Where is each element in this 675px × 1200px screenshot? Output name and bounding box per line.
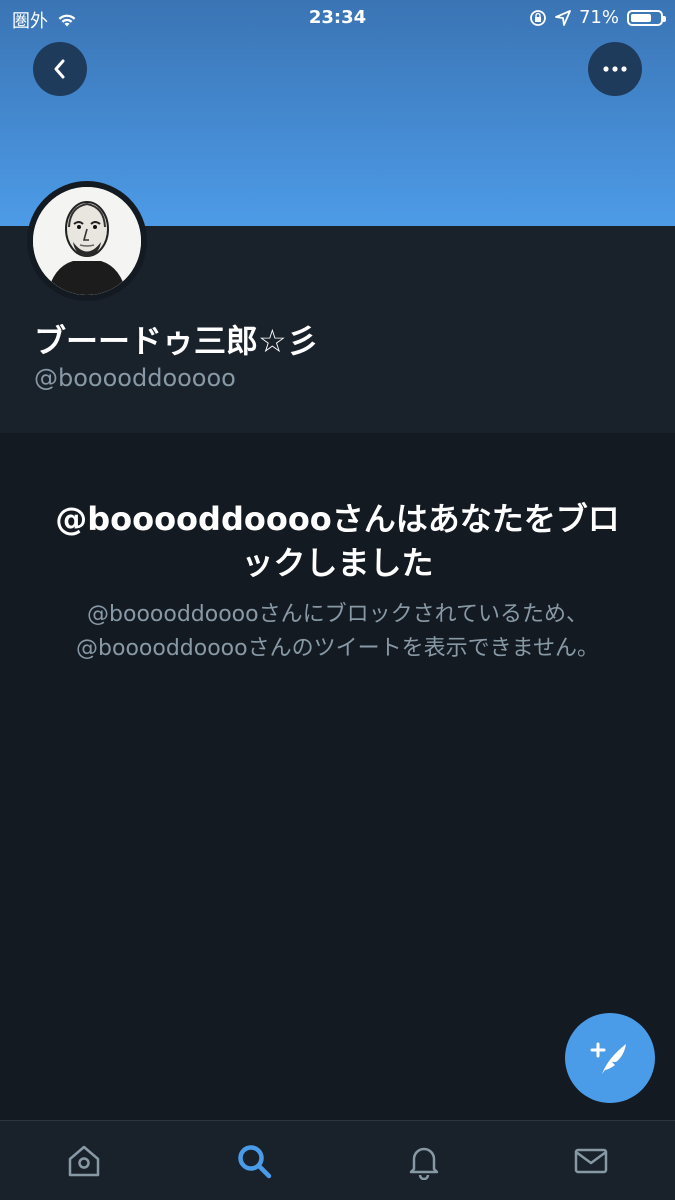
more-options-button[interactable] (588, 42, 642, 96)
username-handle: @booooddooooo (34, 364, 236, 392)
tab-search[interactable] (234, 1141, 274, 1181)
location-arrow-icon (555, 9, 571, 26)
display-name: ブーードゥ三郎☆彡 (34, 322, 319, 360)
status-bar: 圏外 23:34 71% (0, 0, 675, 36)
chevron-left-icon (54, 59, 65, 79)
battery-icon (627, 9, 666, 26)
compose-tweet-icon (590, 1042, 626, 1074)
orientation-lock-icon (530, 9, 546, 26)
compose-tweet-button[interactable] (565, 1013, 655, 1103)
home-icon (68, 1145, 100, 1177)
avatar-illustration (33, 187, 141, 295)
back-button[interactable] (33, 42, 87, 96)
blocked-title: @booooddooooさんはあなたをブロックしました (55, 500, 620, 582)
tab-bar (0, 1120, 675, 1200)
ellipsis-icon (603, 66, 627, 72)
tab-messages[interactable] (571, 1141, 611, 1181)
tab-home[interactable] (64, 1141, 104, 1181)
mail-icon (574, 1148, 608, 1174)
search-icon (238, 1145, 272, 1179)
blocked-description: @booooddooooさんにブロックされているため、@booooddooooさ… (76, 602, 599, 661)
bell-icon (409, 1147, 439, 1180)
tab-notifications[interactable] (404, 1141, 444, 1181)
avatar[interactable] (27, 181, 147, 301)
battery-percentage: 71% (578, 7, 619, 28)
